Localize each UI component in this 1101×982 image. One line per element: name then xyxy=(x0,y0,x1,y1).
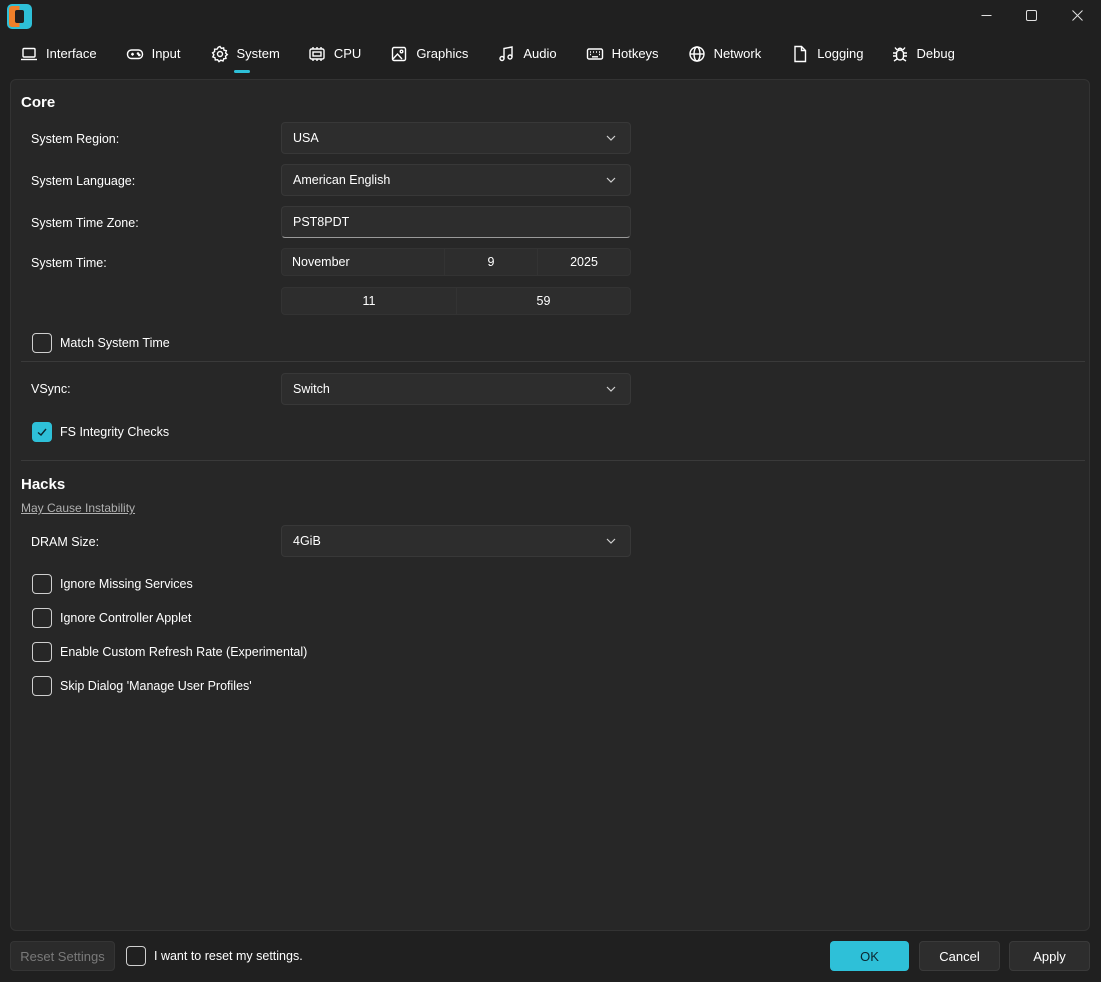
match-system-time-checkbox[interactable]: Match System Time xyxy=(32,333,170,353)
system-region-dropdown[interactable]: USA xyxy=(281,122,631,154)
date-month-value: November xyxy=(292,255,350,269)
time-hour-picker[interactable]: 11 xyxy=(281,287,457,315)
system-region-value: USA xyxy=(293,131,319,145)
tab-system[interactable]: System xyxy=(211,40,280,76)
system-time-label: System Time: xyxy=(31,256,107,270)
fs-integrity-checks-label: FS Integrity Checks xyxy=(60,425,170,439)
system-language-label: System Language: xyxy=(31,174,136,188)
title-bar xyxy=(0,0,1101,32)
dram-size-dropdown[interactable]: 4GiB xyxy=(281,525,631,557)
minimize-button[interactable] xyxy=(963,0,1009,30)
checkbox-box[interactable] xyxy=(32,608,52,628)
globe-icon xyxy=(688,46,705,62)
date-month-picker[interactable]: November xyxy=(281,248,445,276)
checkbox-box[interactable] xyxy=(32,642,52,662)
hacks-section-title: Hacks xyxy=(21,476,66,493)
app-logo-icon xyxy=(7,4,32,29)
ignore-controller-applet-label: Ignore Controller Applet xyxy=(60,611,192,625)
ignore-missing-services-checkbox[interactable]: Ignore Missing Services xyxy=(32,574,193,594)
maximize-icon xyxy=(1025,9,1037,21)
keyboard-icon xyxy=(586,48,603,60)
section-divider xyxy=(21,460,1085,461)
vsync-dropdown[interactable]: Switch xyxy=(281,373,631,405)
date-day-picker[interactable]: 9 xyxy=(444,248,538,276)
date-day-value: 9 xyxy=(487,255,495,269)
ok-button[interactable]: OK xyxy=(830,941,909,971)
document-icon xyxy=(794,45,807,63)
tab-hotkeys[interactable]: Hotkeys xyxy=(586,40,659,76)
vsync-label: VSync: xyxy=(31,382,71,396)
minimize-icon xyxy=(981,14,991,16)
section-divider xyxy=(21,361,1085,362)
skip-dialog-label: Skip Dialog 'Manage User Profiles' xyxy=(60,679,252,693)
tab-audio[interactable]: Audio xyxy=(497,40,557,76)
time-minute-picker[interactable]: 59 xyxy=(456,287,631,315)
checkbox-box[interactable] xyxy=(32,333,52,353)
cpu-icon xyxy=(309,47,325,61)
checkmark-icon xyxy=(37,428,47,436)
tab-cpu[interactable]: CPU xyxy=(308,40,361,76)
tab-debug[interactable]: Debug xyxy=(891,40,955,76)
match-system-time-label: Match System Time xyxy=(60,336,170,350)
dram-size-value: 4GiB xyxy=(293,534,321,548)
checkbox-box[interactable] xyxy=(32,574,52,594)
skip-dialog-checkbox[interactable]: Skip Dialog 'Manage User Profiles' xyxy=(32,676,252,696)
date-year-picker[interactable]: 2025 xyxy=(537,248,631,276)
image-icon xyxy=(392,46,407,62)
custom-refresh-rate-checkbox[interactable]: Enable Custom Refresh Rate (Experimental… xyxy=(32,642,307,662)
system-timezone-value: PST8PDT xyxy=(293,215,350,229)
chevron-down-icon xyxy=(606,177,616,183)
maximize-button[interactable] xyxy=(1008,0,1054,30)
chevron-down-icon xyxy=(606,386,616,392)
system-timezone-label: System Time Zone: xyxy=(31,216,139,230)
laptop-icon xyxy=(21,47,37,61)
tab-network[interactable]: Network xyxy=(688,40,761,76)
music-icon xyxy=(499,46,514,62)
dram-size-label: DRAM Size: xyxy=(31,535,100,549)
ignore-controller-applet-checkbox[interactable]: Ignore Controller Applet xyxy=(32,608,191,628)
reset-settings-button[interactable]: Reset Settings xyxy=(10,941,115,971)
chevron-down-icon xyxy=(606,135,616,141)
gear-icon xyxy=(211,45,228,63)
tab-interface[interactable]: Interface xyxy=(20,40,97,76)
time-hour-value: 11 xyxy=(362,294,376,308)
close-icon xyxy=(1071,9,1083,21)
fs-integrity-checks-checkbox[interactable]: FS Integrity Checks xyxy=(32,422,169,442)
apply-button[interactable]: Apply xyxy=(1009,941,1090,971)
system-language-dropdown[interactable]: American English xyxy=(281,164,631,196)
checkbox-box[interactable] xyxy=(32,676,52,696)
tab-graphics[interactable]: Graphics xyxy=(390,40,468,76)
date-year-value: 2025 xyxy=(570,255,598,269)
settings-tabs: Interface Input System CPU Graphics Audi… xyxy=(20,40,955,76)
system-language-value: American English xyxy=(293,173,391,187)
custom-refresh-rate-label: Enable Custom Refresh Rate (Experimental… xyxy=(60,645,308,659)
core-section-title: Core xyxy=(21,94,56,111)
checkbox-box[interactable] xyxy=(126,946,146,966)
vsync-value: Switch xyxy=(293,382,330,396)
confirm-reset-checkbox[interactable]: I want to reset my settings. xyxy=(126,946,303,966)
settings-panel: Core System Region: USA System Language:… xyxy=(10,79,1090,931)
system-timezone-input[interactable]: PST8PDT xyxy=(281,206,631,238)
ignore-missing-services-label: Ignore Missing Services xyxy=(60,577,193,591)
system-region-label: System Region: xyxy=(31,132,120,146)
tab-logging[interactable]: Logging xyxy=(791,40,864,76)
cancel-button[interactable]: Cancel xyxy=(919,941,1000,971)
instability-warning-link[interactable]: May Cause Instability xyxy=(21,501,135,515)
bug-icon xyxy=(892,47,907,62)
gamepad-icon xyxy=(126,49,143,60)
chevron-down-icon xyxy=(606,538,616,544)
confirm-reset-label: I want to reset my settings. xyxy=(154,949,303,963)
tab-input[interactable]: Input xyxy=(126,40,181,76)
time-minute-value: 59 xyxy=(536,294,551,308)
checkbox-box[interactable] xyxy=(32,422,52,442)
close-button[interactable] xyxy=(1054,0,1100,30)
